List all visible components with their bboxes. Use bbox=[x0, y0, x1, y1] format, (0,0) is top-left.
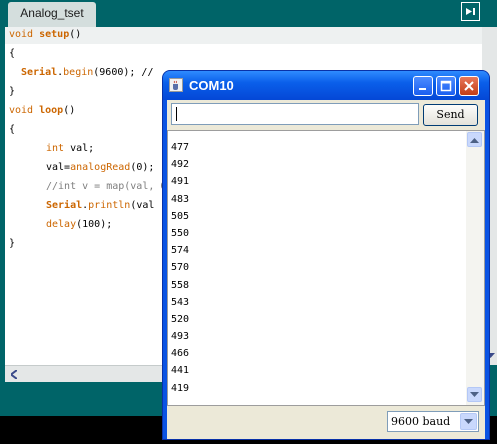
chevron-down-icon[interactable] bbox=[460, 413, 477, 430]
code-line: { bbox=[9, 48, 16, 59]
code-line: val=analogRead(0); bbox=[46, 162, 155, 173]
code-line: //int v = map(val, 0 bbox=[46, 181, 167, 192]
scroll-up-arrow-icon[interactable] bbox=[467, 132, 482, 147]
code-line: int val; bbox=[46, 143, 95, 154]
scroll-down-arrow-icon[interactable] bbox=[467, 387, 482, 402]
code-line: delay(100); bbox=[46, 219, 113, 230]
code-line: } bbox=[9, 86, 16, 97]
close-button[interactable] bbox=[459, 76, 479, 96]
maximize-button[interactable] bbox=[436, 76, 456, 96]
serial-monitor-titlebar[interactable]: COM10 bbox=[163, 71, 489, 100]
minimize-button[interactable] bbox=[413, 76, 433, 96]
output-line: 520 bbox=[171, 313, 190, 325]
output-line: 483 bbox=[171, 193, 190, 205]
output-line: 543 bbox=[171, 296, 190, 308]
serial-output[interactable]: 477 492 491 483 505 550 574 570 558 543 … bbox=[167, 130, 485, 406]
text-caret bbox=[176, 107, 177, 121]
output-line: 505 bbox=[171, 210, 190, 222]
code-line: void setup() bbox=[9, 29, 82, 40]
output-line: 550 bbox=[171, 227, 190, 239]
serial-monitor-window: COM10 Send 477 492 491 483 505 550 574 5… bbox=[163, 71, 489, 439]
output-line: 574 bbox=[171, 245, 190, 257]
output-line: 419 bbox=[171, 382, 190, 394]
code-line: Serial.begin(9600); // bbox=[21, 67, 160, 78]
scroll-left-arrow-icon[interactable] bbox=[7, 368, 21, 380]
window-title: COM10 bbox=[189, 78, 234, 93]
output-line: 491 bbox=[171, 176, 190, 188]
serial-monitor-body: Send 477 492 491 483 505 550 574 570 558… bbox=[167, 100, 485, 439]
ide-tab-bar: Analog_tset bbox=[0, 0, 497, 27]
output-line: 441 bbox=[171, 365, 190, 377]
send-input[interactable] bbox=[171, 103, 419, 125]
output-line: 570 bbox=[171, 262, 190, 274]
output-vertical-scrollbar[interactable] bbox=[466, 131, 484, 405]
baud-rate-value: 9600 baud bbox=[391, 415, 451, 428]
output-lines: 477 492 491 483 505 550 574 570 558 543 … bbox=[171, 139, 189, 397]
code-line: Serial.println(val bbox=[46, 200, 155, 211]
code-line: } bbox=[9, 238, 16, 249]
output-line: 493 bbox=[171, 331, 190, 343]
code-line: void loop() bbox=[9, 105, 76, 116]
code-line: { bbox=[9, 124, 16, 135]
output-line: 466 bbox=[171, 348, 190, 360]
java-cup-icon bbox=[169, 78, 183, 92]
tab-menu-arrow-icon[interactable] bbox=[461, 2, 480, 21]
output-line: 558 bbox=[171, 279, 190, 291]
output-line: 492 bbox=[171, 159, 190, 171]
send-button[interactable]: Send bbox=[423, 104, 478, 126]
tab-analog-tset[interactable]: Analog_tset bbox=[8, 2, 96, 27]
output-line: 477 bbox=[171, 142, 190, 153]
baud-rate-select[interactable]: 9600 baud bbox=[387, 411, 479, 432]
